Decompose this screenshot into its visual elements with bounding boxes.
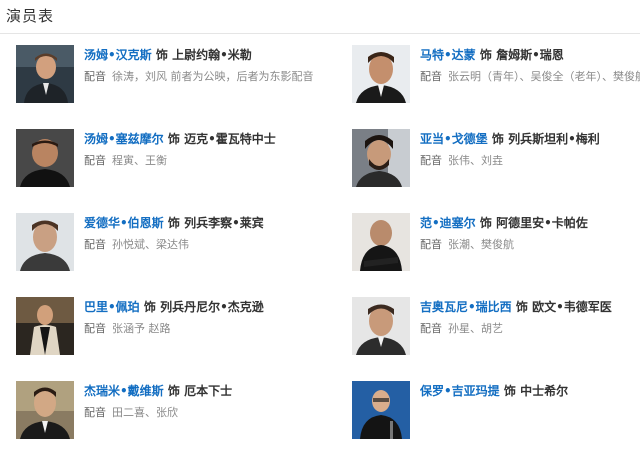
actor-photo[interactable]: [352, 297, 410, 355]
cast-item: 亚当•戈德堡 饰 列兵斯坦利•梅利 配音 张伟、刘垚: [352, 129, 640, 195]
as-connector: 饰: [143, 300, 156, 314]
actor-photo[interactable]: [16, 45, 74, 103]
dubbing-line: 配音 田二喜、张欣: [84, 405, 178, 420]
cast-name-line: 爱德华•伯恩斯 饰 列兵李察•莱宾: [84, 215, 264, 231]
dubbing-voices: 张云明（青年）、吴俊全（老年）、樊俊航: [448, 70, 640, 83]
dubbing-line: 配音 孙星、胡艺: [420, 321, 503, 336]
dubbing-voices: 徐涛，刘风 前者为公映，后者为东影配音: [112, 70, 314, 83]
cast-name-line: 汤姆•塞兹摩尔 饰 迈克•霍瓦特中士: [84, 131, 276, 147]
actor-photo[interactable]: [352, 129, 410, 187]
role-name: 欧文•韦德军医: [532, 300, 612, 314]
role-name: 阿德里安•卡帕佐: [496, 216, 588, 230]
dubbing-label: 配音: [420, 154, 442, 167]
as-connector: 饰: [167, 216, 180, 230]
dubbing-line: 配音 孙悦斌、梁达伟: [84, 237, 189, 252]
as-connector: 饰: [491, 132, 504, 146]
dubbing-line: 配音 张涵予 赵路: [84, 321, 171, 336]
dubbing-line: 配音 徐涛，刘风 前者为公映，后者为东影配音: [84, 69, 314, 84]
dubbing-label: 配音: [420, 238, 442, 251]
dubbing-voices: 程寅、王衡: [112, 154, 167, 167]
actor-name-link[interactable]: 吉奥瓦尼•瑞比西: [420, 300, 512, 314]
cast-name-line: 汤姆•汉克斯 饰 上尉约翰•米勒: [84, 47, 252, 63]
cast-name-line: 亚当•戈德堡 饰 列兵斯坦利•梅利: [420, 131, 600, 147]
dubbing-label: 配音: [84, 70, 106, 83]
actor-photo[interactable]: [16, 129, 74, 187]
cast-name-line: 马特•达蒙 饰 詹姆斯•瑞恩: [420, 47, 564, 63]
dubbing-voices: 张伟、刘垚: [448, 154, 503, 167]
dubbing-label: 配音: [84, 154, 106, 167]
actor-name-link[interactable]: 马特•达蒙: [420, 48, 476, 62]
cast-item: 范•迪塞尔 饰 阿德里安•卡帕佐 配音 张潮、樊俊航: [352, 213, 640, 279]
dubbing-voices: 田二喜、张欣: [112, 406, 178, 419]
cast-list: 汤姆•汉克斯 饰 上尉约翰•米勒 配音 徐涛，刘风 前者为公映，后者为东影配音 马…: [0, 34, 640, 450]
cast-item: 吉奥瓦尼•瑞比西 饰 欧文•韦德军医 配音 孙星、胡艺: [352, 297, 640, 363]
as-connector: 饰: [155, 48, 168, 62]
dubbing-label: 配音: [84, 322, 106, 335]
dubbing-line: 配音 张潮、樊俊航: [420, 237, 514, 252]
actor-name-link[interactable]: 范•迪塞尔: [420, 216, 476, 230]
actor-name-link[interactable]: 杰瑞米•戴维斯: [84, 384, 164, 398]
actor-photo[interactable]: [352, 213, 410, 271]
cast-item: 巴里•佩珀 饰 列兵丹尼尔•杰克逊 配音 张涵予 赵路: [16, 297, 316, 363]
dubbing-line: 配音 程寅、王衡: [84, 153, 167, 168]
role-name: 列兵李察•莱宾: [184, 216, 264, 230]
dubbing-label: 配音: [420, 322, 442, 335]
cast-name-line: 杰瑞米•戴维斯 饰 厄本下士: [84, 383, 232, 399]
cast-name-line: 巴里•佩珀 饰 列兵丹尼尔•杰克逊: [84, 299, 264, 315]
role-name: 厄本下士: [184, 384, 233, 398]
cast-item: 汤姆•汉克斯 饰 上尉约翰•米勒 配音 徐涛，刘风 前者为公映，后者为东影配音: [16, 45, 316, 111]
dubbing-voices: 孙星、胡艺: [448, 322, 503, 335]
as-connector: 饰: [515, 300, 528, 314]
cast-item: 杰瑞米•戴维斯 饰 厄本下士 配音 田二喜、张欣: [16, 381, 316, 447]
page-title: 演员表: [6, 7, 55, 25]
dubbing-voices: 张潮、樊俊航: [448, 238, 514, 251]
dubbing-label: 配音: [84, 238, 106, 251]
role-name: 上尉约翰•米勒: [172, 48, 252, 62]
actor-name-link[interactable]: 汤姆•汉克斯: [84, 48, 152, 62]
actor-photo[interactable]: [16, 213, 74, 271]
cast-name-line: 吉奥瓦尼•瑞比西 饰 欧文•韦德军医: [420, 299, 612, 315]
actor-name-link[interactable]: 保罗•吉亚玛提: [420, 384, 500, 398]
cast-name-line: 范•迪塞尔 饰 阿德里安•卡帕佐: [420, 215, 588, 231]
actor-photo[interactable]: [16, 297, 74, 355]
dubbing-line: 配音 张伟、刘垚: [420, 153, 503, 168]
as-connector: 饰: [167, 384, 180, 398]
cast-item: 马特•达蒙 饰 詹姆斯•瑞恩 配音 张云明（青年）、吴俊全（老年）、樊俊航: [352, 45, 640, 111]
actor-photo[interactable]: [352, 45, 410, 103]
actor-name-link[interactable]: 汤姆•塞兹摩尔: [84, 132, 164, 146]
actor-name-link[interactable]: 亚当•戈德堡: [420, 132, 488, 146]
role-name: 中士希尔: [520, 384, 569, 398]
actor-photo[interactable]: [352, 381, 410, 439]
dubbing-voices: 张涵予 赵路: [112, 322, 171, 335]
role-name: 迈克•霍瓦特中士: [184, 132, 276, 146]
actor-photo[interactable]: [16, 381, 74, 439]
as-connector: 饰: [167, 132, 180, 146]
role-name: 列兵丹尼尔•杰克逊: [160, 300, 264, 314]
role-name: 詹姆斯•瑞恩: [496, 48, 564, 62]
as-connector: 饰: [503, 384, 516, 398]
cast-item: 汤姆•塞兹摩尔 饰 迈克•霍瓦特中士 配音 程寅、王衡: [16, 129, 316, 195]
role-name: 列兵斯坦利•梅利: [508, 132, 600, 146]
as-connector: 饰: [479, 216, 492, 230]
dubbing-label: 配音: [420, 70, 442, 83]
actor-name-link[interactable]: 巴里•佩珀: [84, 300, 140, 314]
cast-name-line: 保罗•吉亚玛提 饰 中士希尔: [420, 383, 568, 399]
actor-name-link[interactable]: 爱德华•伯恩斯: [84, 216, 164, 230]
as-connector: 饰: [479, 48, 492, 62]
dubbing-line: 配音 张云明（青年）、吴俊全（老年）、樊俊航: [420, 69, 640, 84]
cast-item: 爱德华•伯恩斯 饰 列兵李察•莱宾 配音 孙悦斌、梁达伟: [16, 213, 316, 279]
cast-item: 保罗•吉亚玛提 饰 中士希尔: [352, 381, 640, 447]
cast-header: 演员表: [0, 0, 640, 34]
dubbing-label: 配音: [84, 406, 106, 419]
dubbing-voices: 孙悦斌、梁达伟: [112, 238, 189, 251]
